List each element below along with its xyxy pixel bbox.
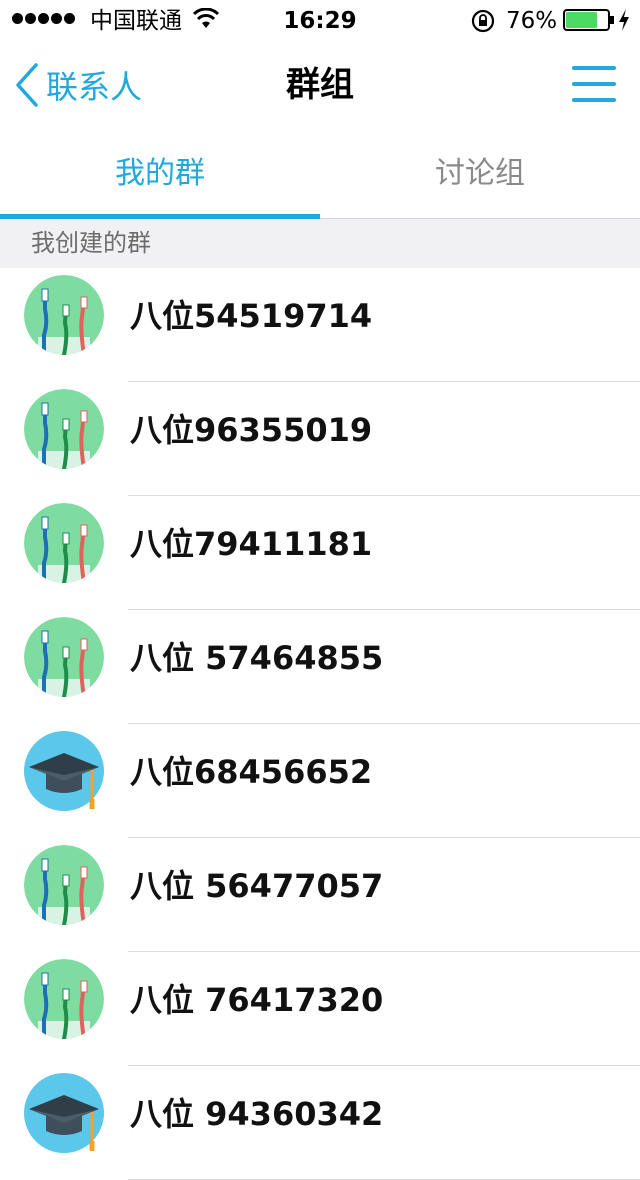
group-list-item[interactable]: 八位 56477057 <box>0 838 640 952</box>
battery-percent: 76% <box>506 8 558 34</box>
group-list: 八位54519714 八位96355019 八位79411181 八位 5746… <box>0 268 640 1180</box>
segment-tabs: 我的群 讨论组 <box>0 130 640 219</box>
graduation-cap-icon <box>24 731 104 811</box>
toothbrush-icon <box>24 959 104 1039</box>
group-name: 八位 57464855 <box>130 639 384 677</box>
group-list-item[interactable]: 八位 76417320 <box>0 952 640 1066</box>
battery-icon <box>563 9 614 31</box>
toothbrush-icon <box>24 275 104 355</box>
rotation-lock-icon <box>471 9 495 33</box>
status-bar: 中国联通 16:29 76% <box>0 0 640 40</box>
group-list-item[interactable]: 八位54519714 <box>0 268 640 382</box>
toothbrush-icon <box>24 389 104 469</box>
section-header: 我创建的群 <box>0 219 640 268</box>
page-title: 群组 <box>286 65 354 105</box>
group-name: 八位68456652 <box>130 753 373 791</box>
navigation-bar: 联系人 群组 <box>0 40 640 130</box>
section-title: 我创建的群 <box>31 229 151 257</box>
tab-discussion-groups[interactable]: 讨论组 <box>320 130 640 218</box>
group-name: 八位96355019 <box>130 411 373 449</box>
group-name: 八位 94360342 <box>130 1095 384 1133</box>
group-name: 八位 76417320 <box>130 981 384 1019</box>
group-list-item[interactable]: 八位 57464855 <box>0 610 640 724</box>
group-name: 八位 56477057 <box>130 867 384 905</box>
group-list-item[interactable]: 八位68456652 <box>0 724 640 838</box>
tab-my-groups[interactable]: 我的群 <box>0 130 320 218</box>
toothbrush-icon <box>24 503 104 583</box>
group-name: 八位79411181 <box>130 525 373 563</box>
charging-bolt-icon <box>619 9 629 31</box>
group-list-item[interactable]: 八位79411181 <box>0 496 640 610</box>
menu-button[interactable] <box>568 62 618 108</box>
graduation-cap-icon <box>24 1073 104 1153</box>
group-name: 八位54519714 <box>130 297 373 335</box>
toothbrush-icon <box>24 845 104 925</box>
group-list-item[interactable]: 八位96355019 <box>0 382 640 496</box>
toothbrush-icon <box>24 617 104 697</box>
group-list-item[interactable]: 八位 94360342 <box>0 1066 640 1180</box>
menu-icon <box>572 66 616 70</box>
